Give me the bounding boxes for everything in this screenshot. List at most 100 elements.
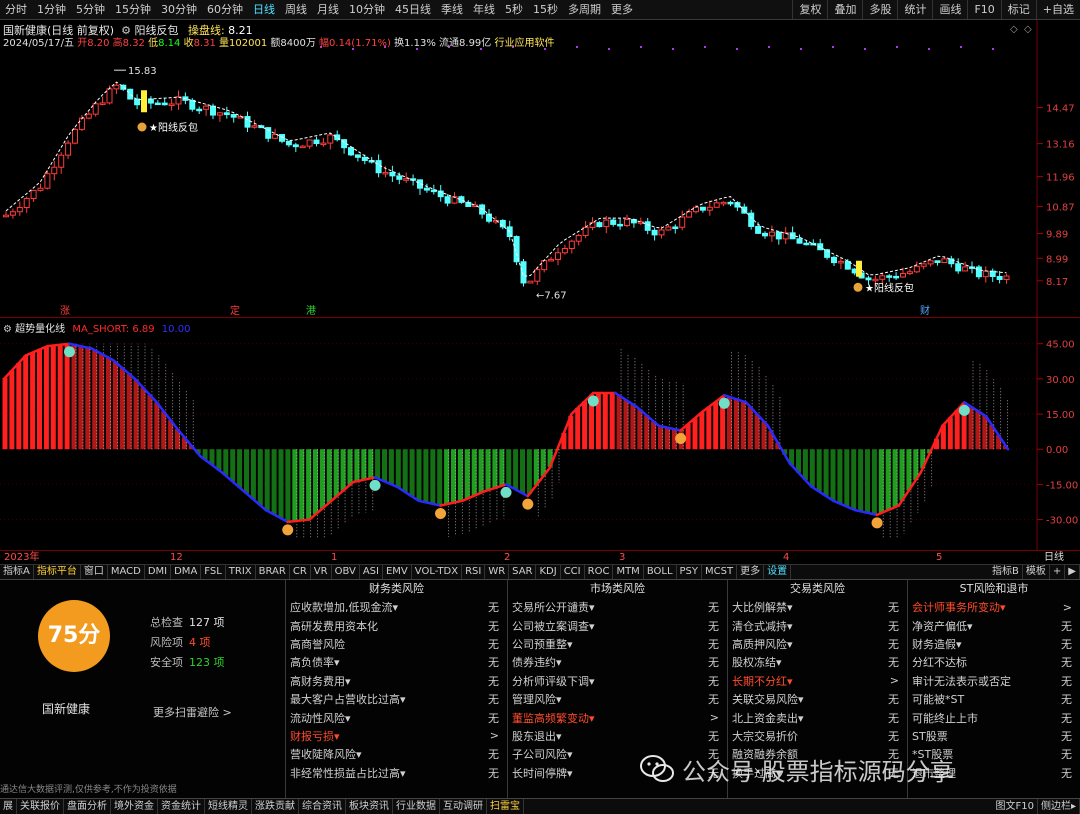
indicator-tab-0[interactable]: 指标A (0, 565, 34, 579)
risk-row[interactable]: 分析师评级下调▾ 无 (508, 672, 727, 690)
toolbar-button-0[interactable]: 复权 (792, 0, 827, 19)
indicator-tab-3[interactable]: MACD (108, 565, 145, 579)
indicator-tab-24[interactable]: MCST (702, 565, 738, 579)
risk-row[interactable]: 交易所公开谴责▾ 无 (508, 598, 727, 616)
indicator-tab-right-0[interactable]: 指标B (989, 565, 1023, 579)
risk-row[interactable]: 会计师事务所变动▾ > (908, 598, 1080, 616)
risk-row[interactable]: ST股票 无 (908, 727, 1080, 745)
risk-row[interactable]: 分红不达标 无 (908, 653, 1080, 671)
toolbar-button-5[interactable]: F10 (967, 0, 1000, 19)
indicator-tab-7[interactable]: TRIX (226, 565, 256, 579)
period-button-14[interactable]: 15秒 (528, 0, 563, 20)
period-button-1[interactable]: 1分钟 (32, 0, 71, 20)
risk-row[interactable]: 股权冻结▾ 无 (728, 653, 907, 671)
indicator-tab-1[interactable]: 指标平台 (34, 565, 81, 579)
risk-row[interactable]: 大宗交易折价 无 (728, 727, 907, 745)
indicator-tab-right-3[interactable]: ▶ (1065, 565, 1080, 579)
price-chart[interactable]: 14.47 13.16 11.96 10.87 9.89 8.99 8.17 15.83 ←7.… (0, 20, 1080, 318)
bottom-tab-10[interactable]: 互动调研 (440, 799, 487, 814)
indicator-tab-20[interactable]: ROC (585, 565, 614, 579)
indicator-tab-right-1[interactable]: 模板 (1023, 565, 1050, 579)
indicator-tab-26[interactable]: 设置 (764, 565, 792, 579)
risk-row[interactable]: 董监高频繁变动▾ > (508, 708, 727, 726)
bottom-tab-8[interactable]: 板块资讯 (346, 799, 393, 814)
toolbar-button-1[interactable]: 叠加 (827, 0, 862, 19)
period-button-5[interactable]: 60分钟 (202, 0, 248, 20)
indicator-tab-22[interactable]: BOLL (644, 565, 677, 579)
bottom-tab-11[interactable]: 扫雷宝 (487, 799, 524, 814)
indicator-tab-13[interactable]: EMV (383, 565, 412, 579)
risk-row[interactable]: 高商誉风险 无 (286, 635, 507, 653)
indicator-tab-14[interactable]: VOL-TDX (412, 565, 463, 579)
indicator-chart[interactable]: 45.00 30.00 15.00 0.00 -15.00 -30.00 (0, 318, 1080, 550)
indicator-tab-9[interactable]: CR (290, 565, 311, 579)
risk-row[interactable]: 北上资金卖出▾ 无 (728, 708, 907, 726)
risk-row[interactable]: 财务造假▾ 无 (908, 635, 1080, 653)
bottom-tab-2[interactable]: 盘面分析 (64, 799, 111, 814)
indicator-tab-23[interactable]: PSY (677, 565, 703, 579)
risk-row[interactable]: 高负债率▾ 无 (286, 653, 507, 671)
period-button-6[interactable]: 日线 (248, 0, 280, 20)
period-button-15[interactable]: 多周期 (563, 0, 606, 20)
indicator-tab-right-2[interactable]: + (1050, 565, 1066, 579)
risk-row[interactable]: 高研发费用资本化 无 (286, 616, 507, 634)
indicator-panel[interactable]: 45.00 30.00 15.00 0.00 -15.00 -30.00 ⚙ 超势量化线 … (0, 318, 1080, 550)
risk-row[interactable]: 应收款增加,低现金流▾ 无 (286, 598, 507, 616)
gear-icon[interactable]: ⚙ (3, 324, 12, 335)
toolbar-button-3[interactable]: 统计 (897, 0, 932, 19)
toolbar-button-6[interactable]: 标记 (1000, 0, 1036, 19)
period-button-3[interactable]: 15分钟 (110, 0, 156, 20)
period-button-9[interactable]: 10分钟 (344, 0, 390, 20)
bottom-tab-5[interactable]: 短线精灵 (205, 799, 252, 814)
indicator-tab-16[interactable]: WR (485, 565, 510, 579)
risk-row[interactable]: 股东退出▾ 无 (508, 727, 727, 745)
indicator-tab-10[interactable]: VR (311, 565, 332, 579)
indicator-tab-6[interactable]: FSL (201, 565, 226, 579)
period-button-12[interactable]: 年线 (468, 0, 500, 20)
period-button-2[interactable]: 5分钟 (71, 0, 110, 20)
indicator-tab-4[interactable]: DMI (145, 565, 172, 579)
indicator-tab-11[interactable]: OBV (332, 565, 360, 579)
bottom-tab-1[interactable]: 关联报价 (17, 799, 64, 814)
risk-row[interactable]: 大比例解禁▾ 无 (728, 598, 907, 616)
period-button-16[interactable]: 更多 (606, 0, 638, 20)
bottom-tab-3[interactable]: 境外资金 (111, 799, 158, 814)
risk-row[interactable]: 清仓式减持▾ 无 (728, 616, 907, 634)
bottom-tab-0[interactable]: 展 (0, 799, 17, 814)
period-button-7[interactable]: 周线 (280, 0, 312, 20)
risk-row[interactable]: 财报亏损▾ > (286, 727, 507, 745)
indicator-tab-19[interactable]: CCI (561, 565, 585, 579)
bottom-right-1[interactable]: 侧边栏▸ (1038, 799, 1080, 814)
bottom-right-0[interactable]: 图文F10 (992, 799, 1038, 814)
indicator-tab-5[interactable]: DMA (171, 565, 202, 579)
period-button-8[interactable]: 月线 (312, 0, 344, 20)
risk-row[interactable]: 非经常性损益占比过高▾ 无 (286, 764, 507, 782)
risk-row[interactable]: 可能被*ST 无 (908, 690, 1080, 708)
indicator-tab-12[interactable]: ASI (360, 565, 383, 579)
risk-row[interactable]: 长期不分红▾ > (728, 672, 907, 690)
period-button-0[interactable]: 分时 (0, 0, 32, 20)
risk-row[interactable]: 净资产偏低▾ 无 (908, 616, 1080, 634)
indicator-tab-2[interactable]: 窗口 (81, 565, 108, 579)
toolbar-button-4[interactable]: 画线 (932, 0, 967, 19)
risk-row[interactable]: 管理风险▾ 无 (508, 690, 727, 708)
risk-row[interactable]: 公司被立案调查▾ 无 (508, 616, 727, 634)
indicator-tab-25[interactable]: 更多 (737, 565, 765, 579)
indicator-tab-17[interactable]: SAR (509, 565, 537, 579)
risk-row[interactable]: 营收陡降风险▾ 无 (286, 745, 507, 763)
risk-row[interactable]: 流动性风险▾ 无 (286, 708, 507, 726)
period-button-10[interactable]: 45日线 (390, 0, 436, 20)
bottom-tab-9[interactable]: 行业数据 (393, 799, 440, 814)
period-button-11[interactable]: 季线 (436, 0, 468, 20)
risk-row[interactable]: 公司预重整▾ 无 (508, 635, 727, 653)
indicator-tab-15[interactable]: RSI (462, 565, 486, 579)
bottom-tab-7[interactable]: 综合资讯 (299, 799, 346, 814)
risk-row[interactable]: 高质押风险▾ 无 (728, 635, 907, 653)
indicator-tab-8[interactable]: BRAR (256, 565, 290, 579)
risk-row[interactable]: 最大客户占营收比过高▾ 无 (286, 690, 507, 708)
toolbar-button-2[interactable]: 多股 (862, 0, 897, 19)
more-scan-link[interactable]: 更多扫雷避险 > (153, 704, 232, 720)
price-chart-panel[interactable]: 14.47 13.16 11.96 10.87 9.89 8.99 8.17 15.83 ←7.… (0, 20, 1080, 318)
risk-row[interactable]: 审计无法表示或否定 无 (908, 672, 1080, 690)
indicator-tab-21[interactable]: MTM (613, 565, 644, 579)
